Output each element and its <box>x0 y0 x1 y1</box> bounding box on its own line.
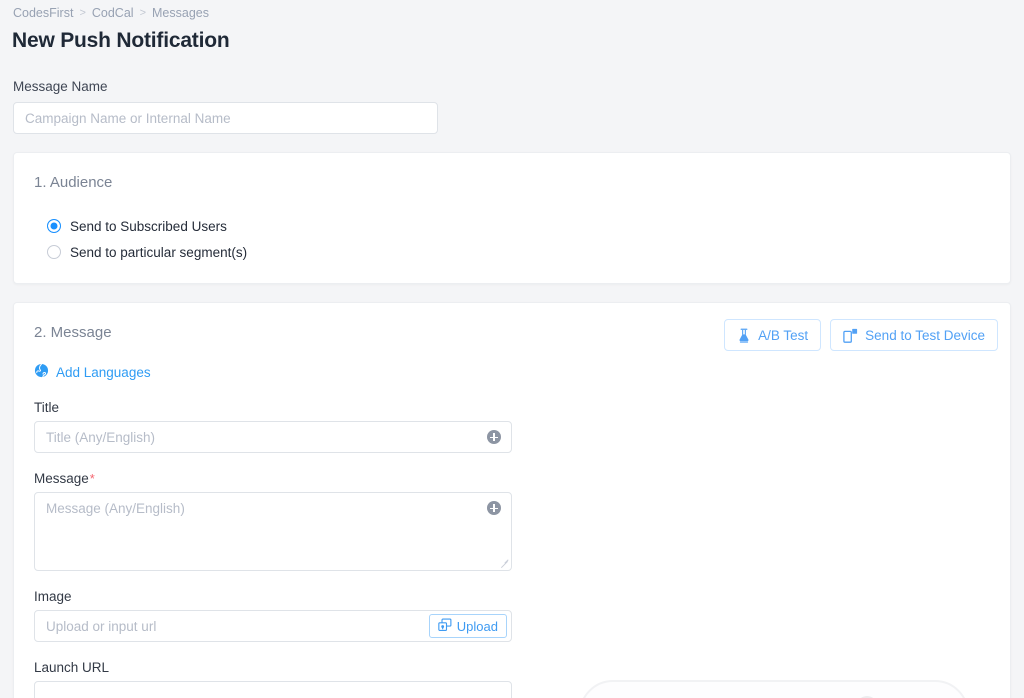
image-input-wrap: Upload <box>34 610 512 642</box>
launch-url-input[interactable] <box>34 681 512 698</box>
radio-send-to-subscribed-users[interactable]: Send to Subscribed Users <box>47 215 247 237</box>
breadcrumb-separator: > <box>79 7 86 19</box>
ab-test-label: A/B Test <box>758 327 809 343</box>
radio-label: Send to particular segment(s) <box>70 244 248 260</box>
title-label: Title <box>34 400 60 415</box>
add-message-variable-icon[interactable] <box>487 501 501 515</box>
message-textarea[interactable] <box>34 492 512 571</box>
audience-radio-group: Send to Subscribed Users Send to particu… <box>47 215 247 267</box>
message-label: Message* <box>34 471 512 486</box>
breadcrumb: CodesFirst > CodCal > Messages <box>13 6 209 20</box>
audience-card: 1. Audience Send to Subscribed Users Sen… <box>13 152 1011 284</box>
send-to-test-device-button[interactable]: Send to Test Device <box>830 319 998 351</box>
message-label-text: Message <box>34 471 89 486</box>
ab-test-button[interactable]: A/B Test <box>724 319 822 351</box>
send-to-test-device-label: Send to Test Device <box>865 327 985 343</box>
flask-icon <box>737 328 751 343</box>
breadcrumb-item-messages[interactable]: Messages <box>152 6 209 20</box>
message-textarea-wrap <box>34 492 512 571</box>
message-name-label: Message Name <box>13 79 108 94</box>
radio-send-to-particular-segments[interactable]: Send to particular segment(s) <box>47 241 247 263</box>
breadcrumb-item-codesfirst[interactable]: CodesFirst <box>13 6 73 20</box>
add-title-variable-icon[interactable] <box>487 430 501 444</box>
radio-unchecked-icon <box>47 245 61 259</box>
message-section-title: 2. Message <box>34 324 112 341</box>
audience-section-title: 1. Audience <box>34 174 113 191</box>
image-label: Image <box>34 589 72 604</box>
title-input[interactable] <box>34 421 512 453</box>
breadcrumb-separator: > <box>139 7 146 19</box>
add-languages-button[interactable]: Add Languages <box>34 363 151 381</box>
upload-label: Upload <box>456 618 498 634</box>
launch-url-input-wrap <box>34 681 512 698</box>
mobile-device-icon <box>843 328 858 343</box>
add-languages-label: Add Languages <box>56 364 151 380</box>
upload-file-icon <box>438 618 452 635</box>
push-notification-page: CodesFirst > CodCal > Messages New Push … <box>0 0 1024 698</box>
title-input-wrap <box>34 421 512 453</box>
breadcrumb-item-codcal[interactable]: CodCal <box>92 6 134 20</box>
upload-button[interactable]: Upload <box>428 614 507 638</box>
message-form: Add Languages Title Message* Image <box>34 363 512 698</box>
radio-label: Send to Subscribed Users <box>70 218 227 234</box>
launch-url-label: Launch URL <box>34 660 110 675</box>
message-name-input[interactable] <box>13 102 438 134</box>
page-title: New Push Notification <box>12 29 230 52</box>
message-card: 2. Message A/B Test Send to Test Device … <box>13 302 1011 698</box>
message-card-actions: A/B Test Send to Test Device <box>724 319 998 351</box>
required-asterisk: * <box>89 471 95 486</box>
globe-icon <box>34 363 49 381</box>
phone-preview: 11:17 TUESDAY, OCTOBER 14 CodCal Default… <box>579 680 969 698</box>
radio-checked-icon <box>47 219 61 233</box>
